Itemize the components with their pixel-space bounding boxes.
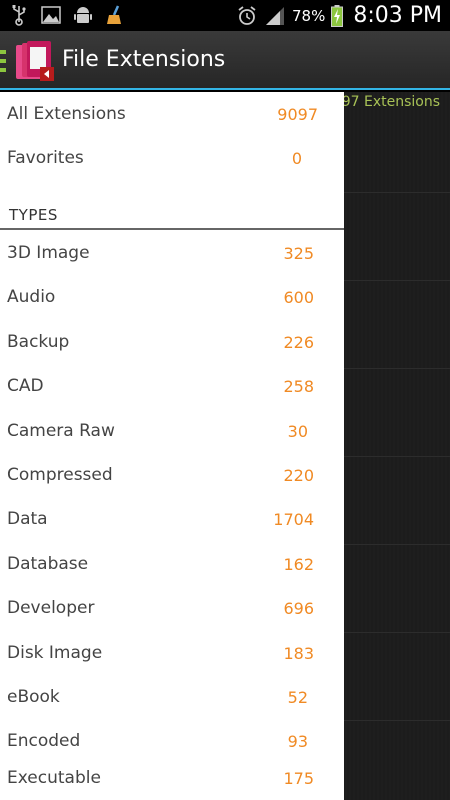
status-notifications	[8, 4, 126, 26]
divider	[344, 456, 450, 457]
drawer-item-count: 183	[283, 643, 314, 663]
divider	[344, 280, 450, 281]
drawer-item-label: eBook	[7, 687, 60, 707]
drawer-item-count: 600	[283, 287, 314, 307]
divider	[344, 368, 450, 369]
drawer-item-audio[interactable]: Audio 600	[0, 275, 344, 319]
drawer-item-count: 325	[283, 243, 314, 263]
section-header-types: TYPES	[0, 200, 344, 230]
drawer-item-data[interactable]: Data 1704	[0, 497, 344, 541]
drawer-item-label: All Extensions	[7, 104, 126, 124]
drawer-item-label: Camera Raw	[7, 421, 115, 441]
drawer-item-label: Compressed	[7, 465, 113, 485]
clock: 8:03 PM	[353, 3, 442, 28]
drawer-item-developer[interactable]: Developer 696	[0, 586, 344, 630]
divider	[344, 192, 450, 193]
app-title: File Extensions	[62, 47, 226, 72]
drawer-item-label: Data	[7, 509, 48, 529]
battery-charging-icon	[331, 4, 344, 27]
drawer-item-database[interactable]: Database 162	[0, 542, 344, 586]
app-logo[interactable]	[14, 39, 56, 83]
drawer-item-label: Audio	[7, 287, 56, 307]
extensions-count-label: 97 Extensions	[341, 94, 440, 110]
drawer-item-label: 3D Image	[7, 243, 90, 263]
drawer-item-count: 30	[287, 421, 308, 441]
drawer-toggle-icon[interactable]	[0, 50, 6, 72]
usb-icon	[12, 5, 26, 26]
drawer-item-label: Developer	[7, 598, 95, 618]
drawer-item-cad[interactable]: CAD 258	[0, 364, 344, 408]
drawer-item-count: 52	[287, 687, 308, 707]
drawer-item-label: Executable	[7, 768, 101, 788]
drawer-item-count: 175	[283, 768, 314, 788]
drawer-item-executable[interactable]: Executable 175	[0, 756, 344, 800]
drawer-item-label: Encoded	[7, 731, 81, 751]
drawer-item-label: Database	[7, 554, 89, 574]
drawer-item-label: Disk Image	[7, 643, 103, 663]
drawer-item-count: 220	[283, 465, 314, 485]
android-debug-icon	[74, 7, 92, 23]
status-bar: 78% 8:03 PM	[0, 0, 450, 31]
drawer-item-label: Backup	[7, 332, 70, 352]
drawer-item-count: 1704	[273, 509, 314, 529]
section-title: TYPES	[9, 206, 58, 224]
alarm-icon	[238, 5, 256, 25]
divider	[344, 544, 450, 545]
status-system: 78% 8:03 PM	[236, 0, 442, 31]
drawer-item-ebook[interactable]: eBook 52	[0, 675, 344, 719]
divider	[344, 720, 450, 721]
drawer-item-compressed[interactable]: Compressed 220	[0, 453, 344, 497]
drawer-item-count: 162	[283, 554, 314, 574]
cleaner-icon	[107, 5, 121, 24]
drawer-item-count: 258	[283, 376, 314, 396]
drawer-item-3d-image[interactable]: 3D Image 325	[0, 231, 344, 275]
drawer-item-count: 0	[291, 148, 302, 168]
drawer-item-count: 226	[283, 332, 314, 352]
drawer-item-favorites[interactable]: Favorites 0	[0, 136, 344, 180]
drawer-item-all-extensions[interactable]: All Extensions 9097	[0, 92, 344, 136]
drawer-item-label: CAD	[7, 376, 44, 396]
drawer-item-count: 93	[287, 731, 308, 751]
gallery-icon	[41, 6, 61, 24]
drawer-item-count: 9097	[277, 104, 318, 124]
drawer-item-backup[interactable]: Backup 226	[0, 320, 344, 364]
navigation-drawer: All Extensions 9097 Favorites 0 TYPES 3D…	[0, 92, 344, 800]
signal-icon	[266, 6, 284, 25]
drawer-item-count: 696	[283, 598, 314, 618]
divider	[344, 632, 450, 633]
battery-percent: 78%	[292, 6, 326, 25]
drawer-item-label: Favorites	[7, 148, 84, 168]
drawer-item-disk-image[interactable]: Disk Image 183	[0, 631, 344, 675]
action-bar: File Extensions	[0, 31, 450, 90]
drawer-item-camera-raw[interactable]: Camera Raw 30	[0, 409, 344, 453]
